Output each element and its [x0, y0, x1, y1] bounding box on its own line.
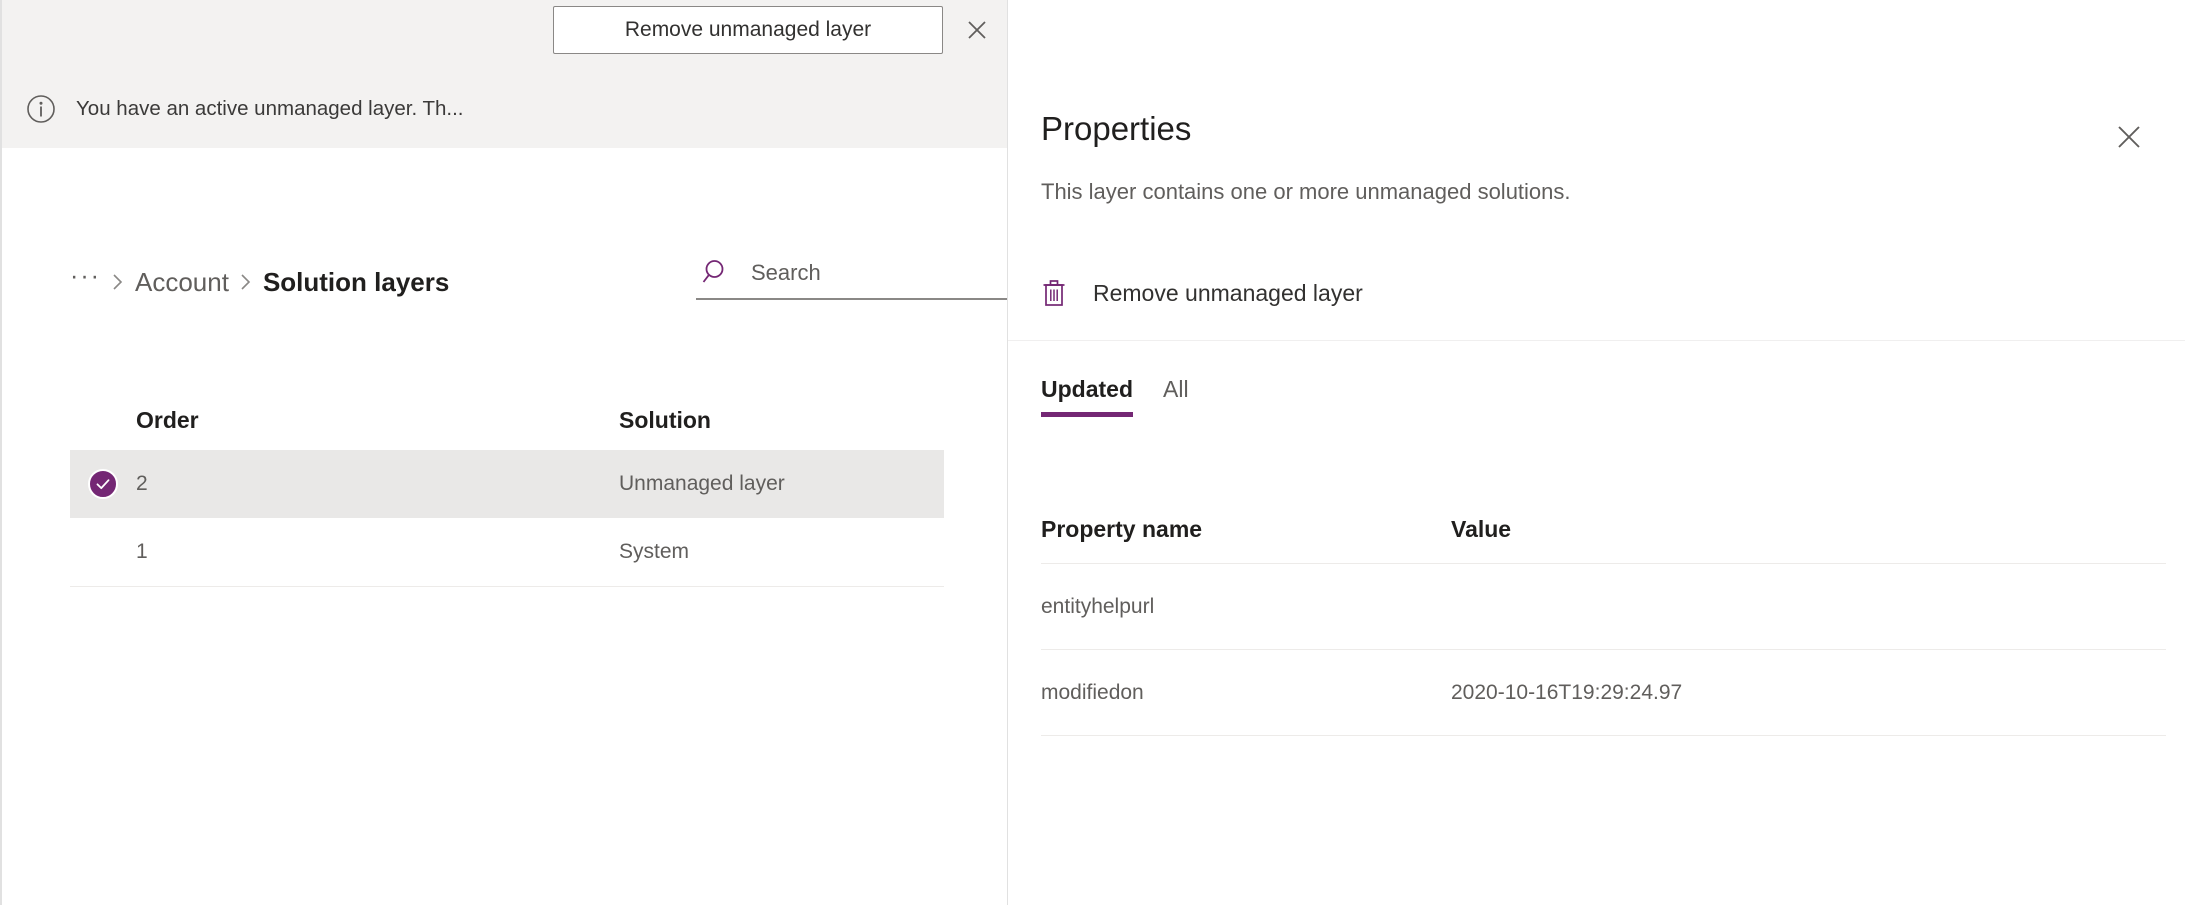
- tab-all[interactable]: All: [1163, 378, 1189, 417]
- breadcrumb: ··· Account Solution layers: [70, 258, 449, 306]
- row-select-cell[interactable]: [70, 469, 136, 499]
- panel-subtitle: This layer contains one or more unmanage…: [1041, 179, 1571, 204]
- breadcrumb-item-solution-layers: Solution layers: [262, 267, 450, 297]
- breadcrumb-item-account[interactable]: Account: [135, 269, 229, 295]
- cell-property-name: entityhelpurl: [1041, 594, 1155, 618]
- notification-close-button[interactable]: [957, 10, 997, 50]
- panel-tabs: Updated All: [1041, 378, 1219, 417]
- cell-solution: System: [619, 540, 690, 563]
- remove-unmanaged-layer-action[interactable]: Remove unmanaged layer: [1039, 272, 1363, 314]
- close-icon: [968, 21, 986, 39]
- properties-table: Property name Value entityhelpurl modifi…: [1041, 495, 2166, 736]
- chevron-right-icon: [112, 272, 124, 292]
- cell-solution: Unmanaged layer: [619, 472, 785, 495]
- info-icon: [26, 94, 56, 124]
- search-input[interactable]: [751, 253, 1007, 293]
- grid-header-row: Order Solution: [70, 390, 944, 450]
- grid-column-header-solution[interactable]: Solution: [619, 407, 944, 434]
- cell-property-name: modifiedon: [1041, 680, 1144, 704]
- notification-message: You have an active unmanaged layer. Th..…: [76, 96, 464, 120]
- breadcrumb-overflow-button[interactable]: ···: [70, 263, 101, 289]
- grid-column-header-order[interactable]: Order: [136, 407, 619, 434]
- check-circle-icon[interactable]: [88, 469, 118, 499]
- properties-column-header-value[interactable]: Value: [1451, 516, 2166, 543]
- notification-content: You have an active unmanaged layer. Th..…: [2, 78, 1007, 140]
- chevron-right-icon: [240, 272, 252, 292]
- cell-order: 2: [136, 472, 148, 495]
- cell-order: 1: [136, 540, 148, 563]
- search-box[interactable]: [696, 248, 1007, 300]
- properties-panel: Properties This layer contains one or mo…: [1007, 0, 2185, 905]
- search-icon: [700, 256, 734, 290]
- cell-property-value: 2020-10-16T19:29:24.97: [1451, 680, 1683, 704]
- panel-title: Properties: [1041, 110, 1192, 147]
- table-row[interactable]: 1 System: [70, 518, 944, 587]
- properties-header-row: Property name Value: [1041, 495, 2166, 564]
- tab-updated[interactable]: Updated: [1041, 378, 1133, 417]
- trash-icon: [1039, 277, 1069, 309]
- notification-bar: You have an active unmanaged layer. Th..…: [2, 0, 1007, 148]
- remove-unmanaged-layer-button[interactable]: Remove unmanaged layer: [553, 6, 943, 54]
- table-row[interactable]: 2 Unmanaged layer: [70, 450, 944, 518]
- table-row[interactable]: entityhelpurl: [1041, 564, 2166, 650]
- table-row[interactable]: modifiedon 2020-10-16T19:29:24.97: [1041, 650, 2166, 736]
- solution-layers-grid: Order Solution 2 Unmanaged layer 1 Syste…: [70, 390, 944, 587]
- properties-column-header-name[interactable]: Property name: [1041, 516, 1451, 543]
- panel-action-label: Remove unmanaged layer: [1093, 279, 1363, 306]
- panel-close-button[interactable]: [2105, 113, 2153, 161]
- close-icon: [2118, 126, 2140, 148]
- panel-divider: [1008, 340, 2185, 341]
- main-content-region: You have an active unmanaged layer. Th..…: [0, 0, 1007, 905]
